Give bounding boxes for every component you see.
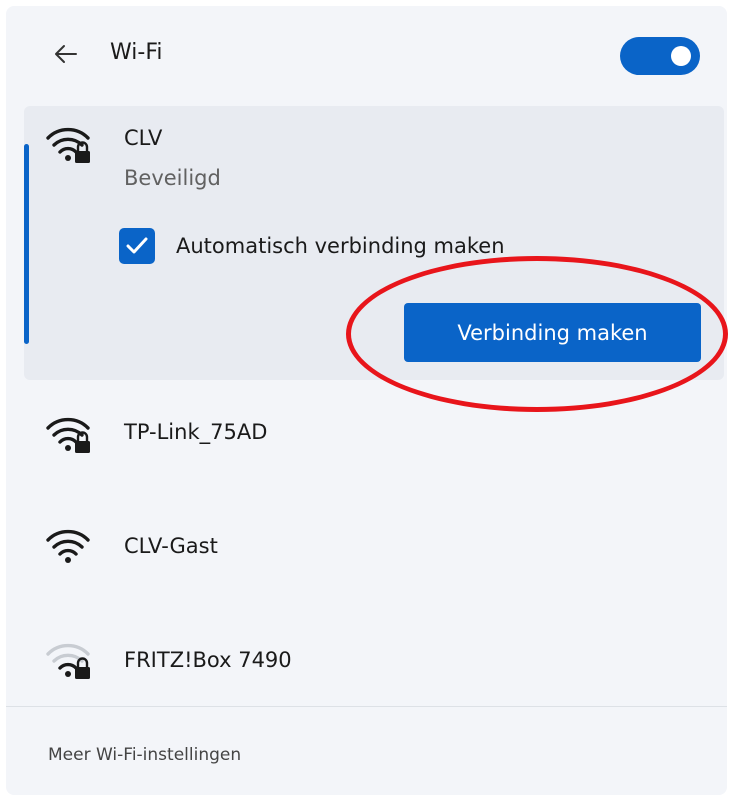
wifi-icon — [46, 529, 90, 563]
network-name: TP-Link_75AD — [124, 420, 268, 444]
wifi-header: Wi-Fi — [6, 6, 727, 106]
page-title: Wi-Fi — [110, 40, 163, 65]
network-name: CLV-Gast — [124, 534, 218, 558]
more-wifi-settings-link[interactable]: Meer Wi-Fi-instellingen — [48, 743, 241, 767]
wifi-secured-icon — [46, 127, 90, 163]
toggle-knob — [671, 46, 691, 66]
connect-button[interactable]: Verbinding maken — [404, 303, 701, 362]
checkmark-icon — [126, 237, 148, 254]
wifi-toggle[interactable] — [620, 37, 700, 75]
arrow-left-icon — [55, 45, 77, 63]
divider — [6, 706, 727, 707]
wifi-secured-icon — [46, 417, 90, 453]
selection-indicator — [24, 144, 29, 344]
network-status: Beveiligd — [124, 166, 221, 190]
back-button[interactable] — [48, 36, 84, 72]
auto-connect-checkbox[interactable] — [119, 228, 155, 264]
wifi-flyout-panel: Wi-Fi CLV Beveiligd Automatisch verbindi… — [6, 6, 727, 795]
wifi-secured-icon — [46, 643, 90, 679]
network-name: CLV — [124, 126, 163, 150]
network-name: FRITZ!Box 7490 — [124, 648, 292, 672]
auto-connect-label: Automatisch verbinding maken — [176, 234, 505, 258]
